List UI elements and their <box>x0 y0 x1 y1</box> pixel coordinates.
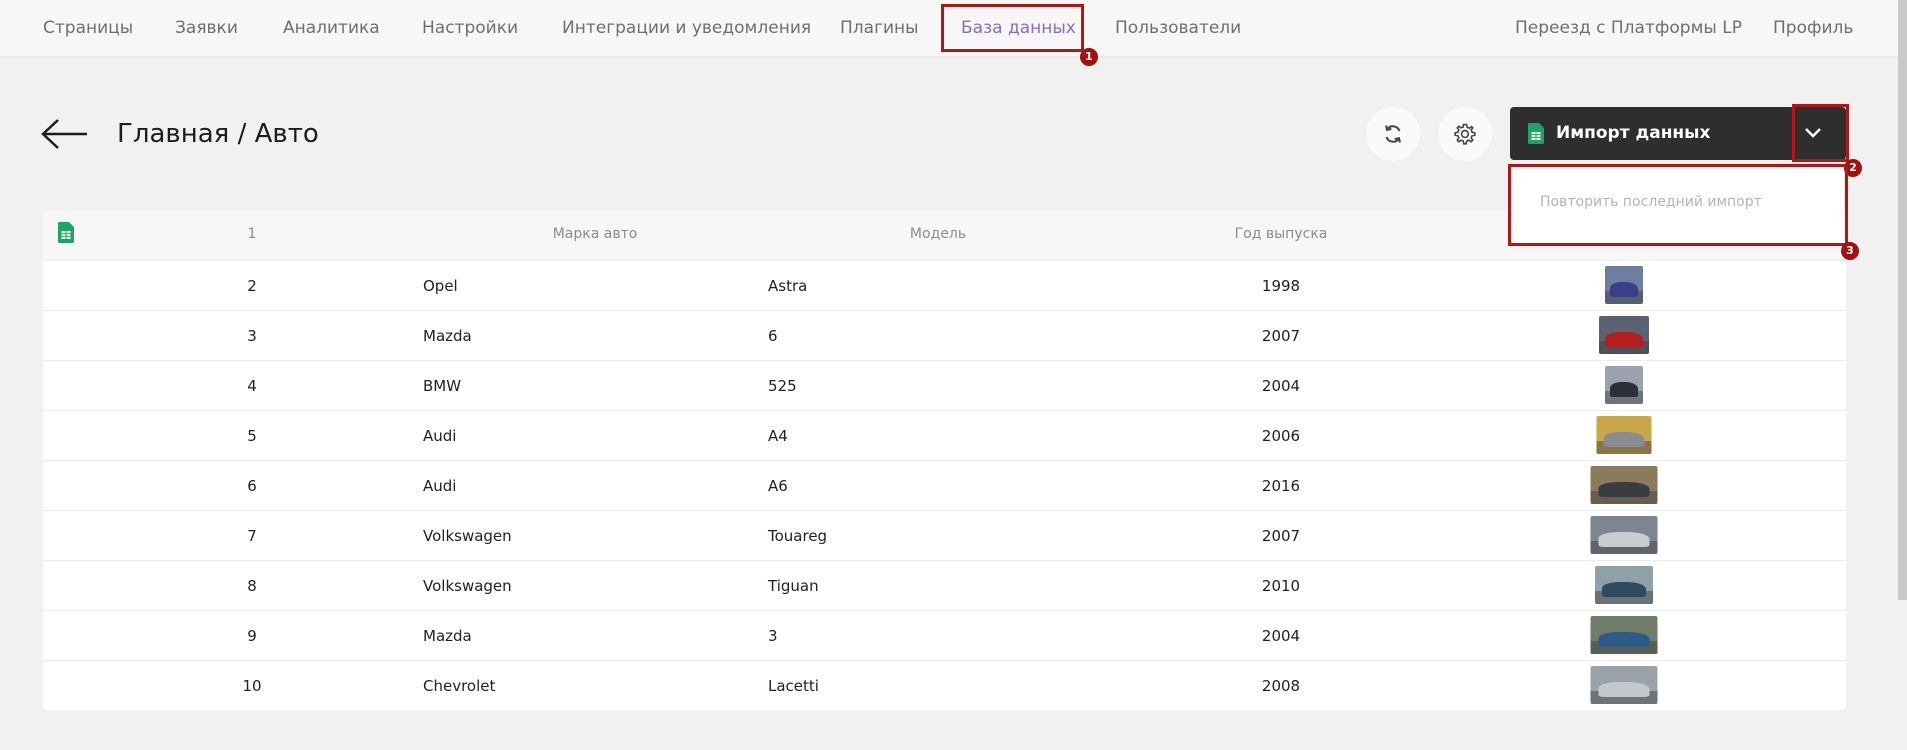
cell-model: 525 <box>768 377 797 395</box>
settings-button[interactable] <box>1438 107 1492 161</box>
car-photo-thumbnail[interactable] <box>1596 416 1652 454</box>
back-arrow-icon[interactable] <box>41 118 89 150</box>
car-photo-thumbnail[interactable] <box>1590 666 1658 704</box>
table-row[interactable]: 6 Audi A6 2016 <box>43 460 1846 510</box>
nav-item-analytics[interactable]: Аналитика <box>283 17 380 39</box>
cell-year: 2007 <box>1261 327 1301 345</box>
cell-model: Lacetti <box>768 677 819 695</box>
highlight-dropdown-menu <box>1508 164 1848 246</box>
cell-brand: Volkswagen <box>423 527 512 545</box>
cell-number: 8 <box>247 577 257 595</box>
nav-item-users[interactable]: Пользователи <box>1115 17 1241 39</box>
cell-year: 1998 <box>1261 277 1301 295</box>
table-row[interactable]: 7 Volkswagen Touareg 2007 <box>43 510 1846 560</box>
cell-number: 4 <box>247 377 257 395</box>
table-row[interactable]: 4 BMW 525 2004 <box>43 360 1846 410</box>
annotation-badge-1: 1 <box>1080 48 1098 66</box>
car-shape <box>1603 431 1645 448</box>
cell-year: 2006 <box>1261 427 1301 445</box>
cell-model: Astra <box>768 277 808 295</box>
page-title: Главная / Авто <box>117 119 319 149</box>
nav-item-migration[interactable]: Переезд с Платформы LP <box>1515 17 1742 39</box>
cell-number: 2 <box>247 277 257 295</box>
car-photo-thumbnail[interactable] <box>1590 616 1658 654</box>
cell-number: 10 <box>242 677 262 695</box>
cell-number: 3 <box>247 327 257 345</box>
cell-year: 2007 <box>1261 527 1301 545</box>
table-row[interactable]: 10 Chevrolet Lacetti 2008 <box>43 660 1846 710</box>
cell-number: 9 <box>247 627 257 645</box>
cell-year: 2016 <box>1261 477 1301 495</box>
cell-model: Touareg <box>768 527 828 545</box>
car-shape <box>1598 631 1650 648</box>
car-photo-thumbnail[interactable] <box>1605 366 1643 404</box>
car-photo-thumbnail[interactable] <box>1595 566 1653 604</box>
nav-item-integrations[interactable]: Интеграции и уведомления <box>562 17 811 39</box>
cell-brand: Audi <box>423 427 457 445</box>
car-shape <box>1609 281 1639 298</box>
cell-brand: BMW <box>423 377 462 395</box>
nav-item-pages[interactable]: Страницы <box>43 17 133 39</box>
car-shape <box>1601 581 1647 598</box>
column-header-year: Год выпуска <box>1234 226 1328 242</box>
data-table: 1 Марка авто Модель Год выпуска 2 Opel Ast… <box>43 210 1846 710</box>
column-header-brand: Марка авто <box>552 226 638 242</box>
cell-brand: Mazda <box>423 327 472 345</box>
cell-year: 2004 <box>1261 377 1301 395</box>
table-row[interactable]: 5 Audi A4 2006 <box>43 410 1846 460</box>
car-shape <box>1598 481 1650 498</box>
column-header-model: Модель <box>909 226 967 242</box>
cell-brand: Mazda <box>423 627 472 645</box>
car-photo-thumbnail[interactable] <box>1605 266 1643 304</box>
import-data-label: Импорт данных <box>1556 123 1711 143</box>
cell-number: 5 <box>247 427 257 445</box>
car-shape <box>1598 531 1650 548</box>
car-photo-thumbnail[interactable] <box>1590 516 1658 554</box>
cell-year: 2010 <box>1261 577 1301 595</box>
cell-brand: Opel <box>423 277 458 295</box>
car-photo-thumbnail[interactable] <box>1590 466 1658 504</box>
cell-year: 2008 <box>1261 677 1301 695</box>
cell-brand: Audi <box>423 477 457 495</box>
cell-model: 6 <box>768 327 778 345</box>
cell-model: A4 <box>768 427 788 445</box>
highlight-database-tab <box>941 4 1084 52</box>
google-sheets-icon <box>1528 123 1544 144</box>
nav-item-profile[interactable]: Профиль <box>1773 17 1853 39</box>
column-header-number: 1 <box>247 226 257 242</box>
nav-item-settings[interactable]: Настройки <box>422 17 518 39</box>
car-shape <box>1609 381 1639 398</box>
scrollbar-track[interactable] <box>1898 600 1907 750</box>
cell-number: 7 <box>247 527 257 545</box>
highlight-dropdown-toggle <box>1792 104 1849 162</box>
refresh-button[interactable] <box>1366 107 1420 161</box>
cell-model: A6 <box>768 477 788 495</box>
car-shape <box>1598 681 1650 698</box>
annotation-badge-3: 3 <box>1841 242 1859 260</box>
car-photo-thumbnail[interactable] <box>1599 316 1649 354</box>
cell-model: Tiguan <box>768 577 819 595</box>
cell-brand: Volkswagen <box>423 577 512 595</box>
scrollbar-thumb[interactable] <box>1898 0 1907 600</box>
google-sheets-icon[interactable] <box>58 222 74 243</box>
table-row[interactable]: 9 Mazda 3 2004 <box>43 610 1846 660</box>
cell-brand: Chevrolet <box>423 677 496 695</box>
nav-item-requests[interactable]: Заявки <box>175 17 238 39</box>
table-row[interactable]: 2 Opel Astra 1998 <box>43 260 1846 310</box>
car-shape <box>1605 331 1643 348</box>
table-row[interactable]: 3 Mazda 6 2007 <box>43 310 1846 360</box>
cell-model: 3 <box>768 627 778 645</box>
gear-icon <box>1454 123 1476 145</box>
refresh-icon <box>1385 125 1401 143</box>
nav-item-plugins[interactable]: Плагины <box>840 17 919 39</box>
table-row[interactable]: 8 Volkswagen Tiguan 2010 <box>43 560 1846 610</box>
cell-year: 2004 <box>1261 627 1301 645</box>
cell-number: 6 <box>247 477 257 495</box>
